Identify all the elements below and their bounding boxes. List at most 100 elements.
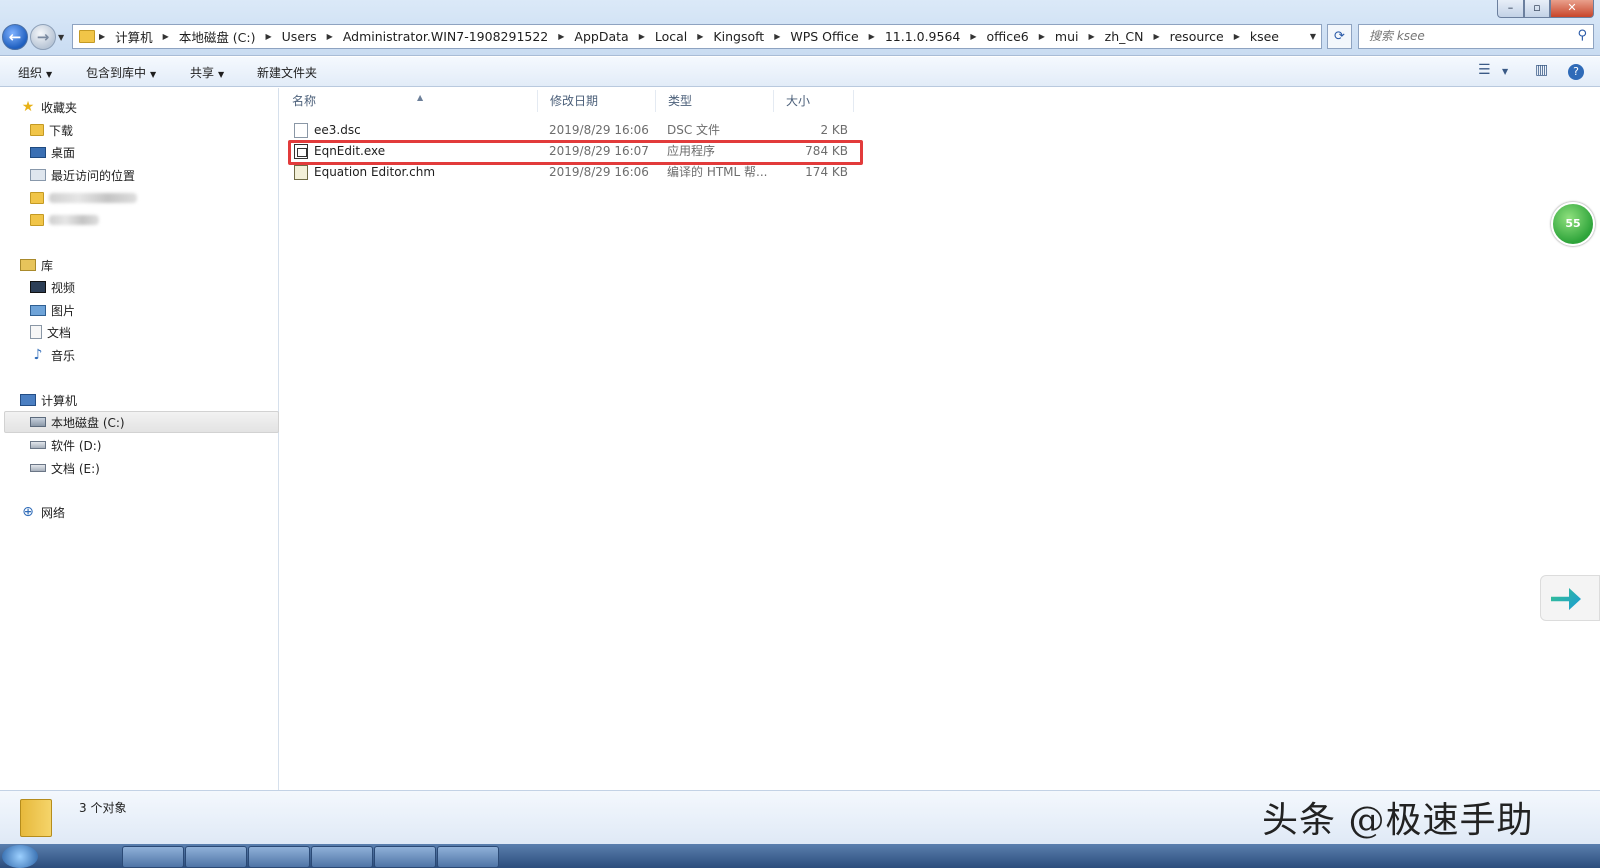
floating-badge[interactable]: 55: [1551, 202, 1595, 246]
breadcrumb-item[interactable]: resource: [1164, 29, 1230, 44]
chevron-right-icon[interactable]: ▶: [635, 32, 649, 41]
file-row[interactable]: ee3.dsc 2019/8/29 16:06 DSC 文件 2 KB: [290, 120, 860, 140]
sidebar-item-drive-d[interactable]: 软件 (D:): [30, 434, 101, 456]
library-icon: [20, 259, 36, 271]
command-toolbar: 组织 ▼ 包含到库中 ▼ 共享 ▼ 新建文件夹 ☰ ▼ ▥ ?: [0, 57, 1600, 87]
share-menu[interactable]: 共享 ▼: [190, 64, 224, 81]
chevron-right-icon[interactable]: ▶: [95, 32, 109, 41]
sidebar-item-music[interactable]: ♪ 音乐: [30, 344, 75, 366]
sidebar-item-drive-c[interactable]: 本地磁盘 (C:): [4, 411, 279, 433]
help-icon[interactable]: ?: [1568, 64, 1584, 80]
breadcrumb-item[interactable]: 本地磁盘 (C:): [173, 27, 262, 46]
new-folder-button[interactable]: 新建文件夹: [257, 64, 317, 81]
sidebar-item-desktop[interactable]: 桌面: [30, 141, 75, 163]
organize-label: 组织: [18, 66, 43, 80]
sidebar-item-favorites[interactable]: ★ 收藏夹: [20, 96, 77, 118]
maximize-button[interactable]: ▫: [1524, 0, 1550, 18]
folder-icon: [20, 799, 52, 837]
refresh-button[interactable]: ⟳: [1327, 24, 1352, 49]
floating-side-tab[interactable]: [1540, 575, 1600, 621]
sidebar-item-downloads[interactable]: 下载: [30, 119, 73, 141]
breadcrumb-item[interactable]: mui: [1049, 29, 1085, 44]
column-header-size[interactable]: 大小: [774, 90, 854, 112]
refresh-icon: ⟳: [1334, 29, 1345, 44]
chevron-right-icon[interactable]: ▶: [693, 32, 707, 41]
chevron-right-icon[interactable]: ▶: [262, 32, 276, 41]
breadcrumb-item[interactable]: office6: [981, 29, 1035, 44]
search-input[interactable]: [1369, 25, 1569, 47]
drive-icon: [30, 464, 46, 472]
include-library-label: 包含到库中: [86, 66, 147, 80]
breadcrumb-item[interactable]: WPS Office: [784, 29, 864, 44]
document-icon: [30, 325, 42, 339]
chevron-right-icon[interactable]: ▶: [1035, 32, 1049, 41]
chevron-right-icon[interactable]: ▶: [159, 32, 173, 41]
desktop-icon: [30, 146, 46, 158]
sidebar-item-libraries[interactable]: 库: [20, 254, 53, 276]
sidebar-item-blurred-folder[interactable]: [30, 187, 137, 209]
chevron-right-icon[interactable]: ▶: [966, 32, 980, 41]
sidebar-item-drive-e[interactable]: 文档 (E:): [30, 457, 100, 479]
chevron-right-icon[interactable]: ▶: [1230, 32, 1244, 41]
chevron-right-icon[interactable]: ▶: [1149, 32, 1163, 41]
dsc-file-icon: [294, 123, 308, 138]
column-header-name[interactable]: 名称 ▲: [280, 90, 538, 112]
taskbar-button[interactable]: [185, 846, 247, 868]
sidebar-item-pictures[interactable]: 图片: [30, 299, 75, 321]
start-orb-icon[interactable]: [2, 845, 38, 868]
address-dropdown-icon[interactable]: ▼: [1305, 32, 1321, 41]
breadcrumb-item[interactable]: Local: [649, 29, 693, 44]
taskbar-button[interactable]: [311, 846, 373, 868]
highlight-box: [288, 140, 863, 165]
sidebar-item-network[interactable]: ⊕ 网络: [20, 501, 65, 523]
chevron-right-icon[interactable]: ▶: [554, 32, 568, 41]
breadcrumb-item[interactable]: Administrator.WIN7-1908291522: [337, 29, 554, 44]
organize-menu[interactable]: 组织 ▼: [18, 64, 52, 81]
chevron-right-icon[interactable]: ▶: [770, 32, 784, 41]
column-header-type[interactable]: 类型: [656, 90, 774, 112]
video-icon: [30, 281, 46, 293]
sidebar-item-computer[interactable]: 计算机: [20, 389, 77, 411]
chevron-right-icon[interactable]: ▶: [1085, 32, 1099, 41]
back-button[interactable]: ←: [2, 24, 28, 50]
close-button[interactable]: ✕: [1550, 0, 1594, 18]
sidebar-label: 软件 (D:): [51, 438, 102, 453]
chevron-right-icon[interactable]: ▶: [865, 32, 879, 41]
history-dropdown-icon[interactable]: ▼: [58, 33, 64, 42]
view-options-icon[interactable]: ☰: [1478, 62, 1491, 78]
breadcrumb-item[interactable]: 计算机: [109, 27, 159, 46]
search-box[interactable]: ⚲: [1358, 24, 1594, 49]
chevron-right-icon[interactable]: ▶: [323, 32, 337, 41]
taskbar-button[interactable]: [122, 846, 184, 868]
file-type: 编译的 HTML 帮...: [667, 165, 768, 179]
sidebar-item-blurred-folder[interactable]: [30, 209, 99, 231]
breadcrumb-item[interactable]: 11.1.0.9564: [879, 29, 967, 44]
taskbar-button[interactable]: [374, 846, 436, 868]
sidebar-label: 下载: [49, 123, 74, 138]
preview-pane-icon[interactable]: ▥: [1535, 62, 1548, 78]
column-header-modified[interactable]: 修改日期: [538, 90, 656, 112]
search-icon[interactable]: ⚲: [1577, 28, 1587, 43]
minimize-button[interactable]: –: [1497, 0, 1524, 18]
address-bar[interactable]: ▶ 计算机 ▶ 本地磁盘 (C:) ▶ Users ▶ Administrator.W…: [72, 24, 1322, 49]
sidebar-item-videos[interactable]: 视频: [30, 276, 75, 298]
sidebar-item-recent[interactable]: 最近访问的位置: [30, 164, 135, 186]
breadcrumb-item[interactable]: Kingsoft: [707, 29, 770, 44]
breadcrumb-item[interactable]: AppData: [568, 29, 634, 44]
view-dropdown-icon[interactable]: ▼: [1502, 67, 1508, 76]
details-pane: 3 个对象 头条 @极速手助: [0, 790, 1600, 844]
sidebar-item-documents[interactable]: 文档: [30, 321, 71, 343]
sidebar-label: 文档: [47, 325, 72, 340]
forward-button[interactable]: →: [30, 24, 56, 50]
sidebar-label: 文档 (E:): [51, 461, 100, 476]
include-library-menu[interactable]: 包含到库中 ▼: [86, 64, 156, 81]
taskbar-button[interactable]: [437, 846, 499, 868]
file-modified: 2019/8/29 16:06: [549, 165, 649, 179]
file-size: 174 KB: [805, 165, 848, 179]
file-size: 2 KB: [820, 123, 848, 137]
breadcrumb-item[interactable]: Users: [276, 29, 323, 44]
taskbar-button[interactable]: [248, 846, 310, 868]
file-row[interactable]: Equation Editor.chm 2019/8/29 16:06 编译的 …: [290, 162, 860, 182]
breadcrumb-item[interactable]: ksee: [1244, 29, 1285, 44]
breadcrumb-item[interactable]: zh_CN: [1099, 29, 1150, 44]
